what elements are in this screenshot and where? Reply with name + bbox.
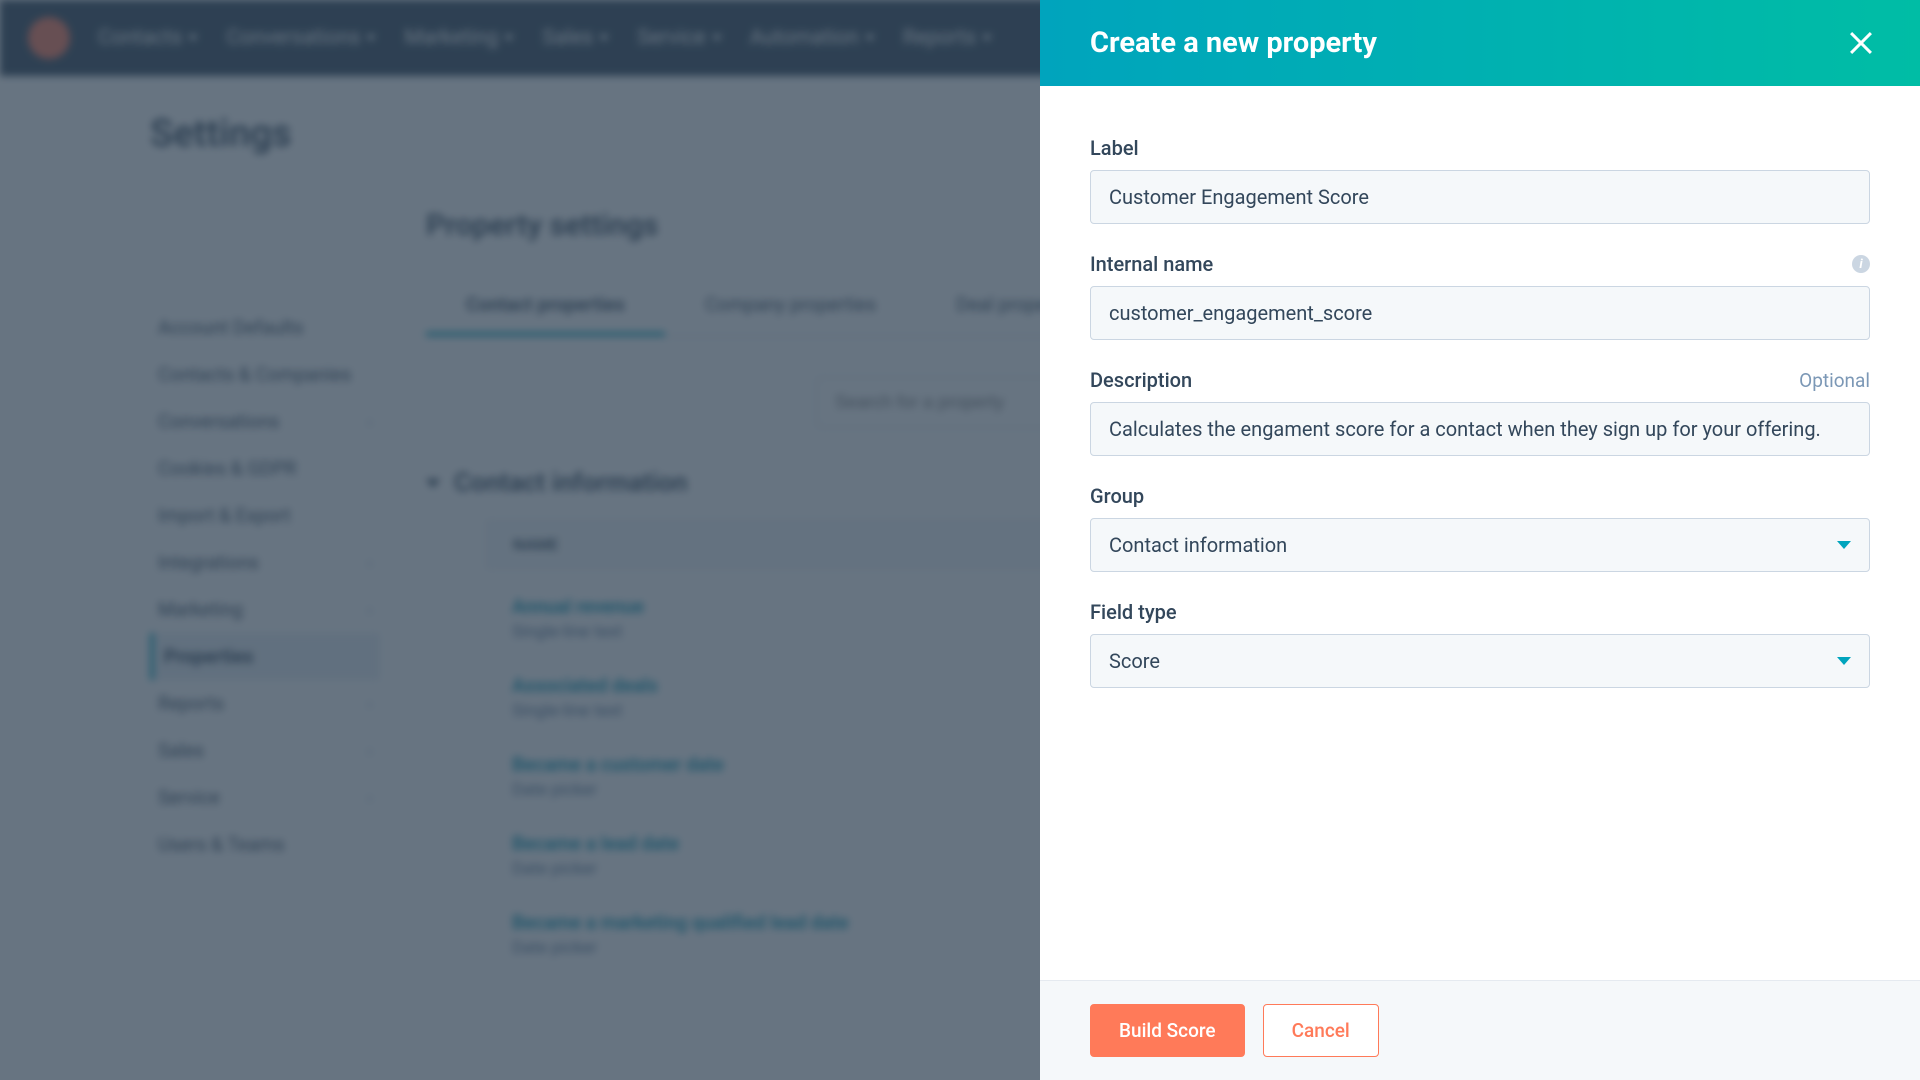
optional-tag: Optional — [1799, 369, 1870, 392]
label-field-label: Label — [1090, 136, 1139, 160]
create-property-panel: Create a new property Label Internal nam… — [1040, 0, 1920, 1080]
build-score-button[interactable]: Build Score — [1090, 1004, 1245, 1057]
group-select-value: Contact information — [1109, 533, 1287, 557]
cancel-button[interactable]: Cancel — [1263, 1004, 1379, 1057]
chevron-down-icon — [1837, 657, 1851, 665]
internal-name-label: Internal name — [1090, 252, 1213, 276]
description-input[interactable] — [1090, 402, 1870, 456]
group-label: Group — [1090, 484, 1144, 508]
field-type-select-value: Score — [1109, 649, 1160, 673]
field-type-select[interactable]: Score — [1090, 634, 1870, 688]
panel-body: Label Internal name i Description Option… — [1040, 86, 1920, 980]
internal-name-input[interactable] — [1090, 286, 1870, 340]
chevron-down-icon — [1837, 541, 1851, 549]
label-input[interactable] — [1090, 170, 1870, 224]
panel-header: Create a new property — [1040, 0, 1920, 86]
description-label: Description — [1090, 368, 1192, 392]
group-select[interactable]: Contact information — [1090, 518, 1870, 572]
close-icon[interactable] — [1844, 26, 1878, 60]
info-icon[interactable]: i — [1852, 255, 1870, 273]
panel-title: Create a new property — [1090, 26, 1377, 60]
field-type-label: Field type — [1090, 600, 1177, 624]
panel-footer: Build Score Cancel — [1040, 980, 1920, 1080]
